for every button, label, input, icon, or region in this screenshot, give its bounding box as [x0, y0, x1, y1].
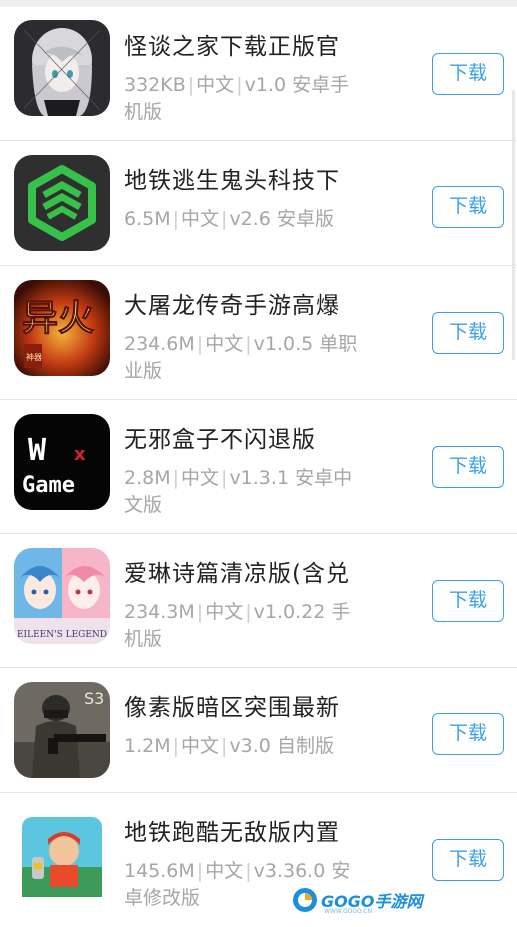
app-list: 怪谈之家下载正版官 332KB | 中文 | v1.0 安卓手 机版 下载 地铁逃生鬼头科…	[0, 7, 517, 927]
watermark: GOGO手游网 WWW.GOGO.CN	[292, 886, 422, 915]
download-button[interactable]: 下载	[432, 839, 504, 881]
download-button[interactable]: 下载	[432, 312, 504, 354]
list-item[interactable]: 异火 神器 大屠龙传奇手游高爆 234.6M | 中文 | v1.0.5 单职 业版 下载	[0, 266, 517, 400]
app-meta: 2.8M | 中文 | v1.3.1 安卓中 文版	[124, 467, 353, 516]
icon-label: 异火	[22, 297, 94, 339]
app-language: 中文	[181, 208, 220, 230]
app-tag: 安卓版	[276, 208, 334, 230]
app-tag-cont: 机版	[124, 628, 163, 650]
app-size: 234.6M	[124, 333, 195, 355]
icon-label: W	[28, 433, 47, 468]
app-tag: 自制版	[276, 735, 334, 757]
app-language: 中文	[181, 467, 220, 489]
app-size: 332KB	[124, 74, 186, 96]
app-size: 6.5M	[124, 208, 171, 230]
icon-label-2: Game	[22, 473, 75, 498]
wx-game-logo-icon[interactable]: W x Game	[14, 414, 110, 510]
soldier-icon[interactable]: S3	[14, 682, 110, 778]
icon-label: S3	[84, 689, 104, 708]
subway-runner-icon[interactable]	[14, 807, 110, 903]
app-meta: 234.3M | 中文 | v1.0.22 手机版	[124, 601, 351, 650]
app-version: v1.3.1	[229, 467, 290, 489]
app-language: 中文	[181, 735, 220, 757]
app-tag: 安	[331, 860, 351, 882]
app-version: v1.0.5	[253, 333, 314, 355]
app-meta: 6.5M | 中文 | v2.6 安卓版	[124, 208, 334, 230]
app-tag: 安卓中	[295, 467, 353, 489]
watermark-subtext: WWW.GOGO.CN	[324, 908, 373, 915]
app-tag-cont: 卓修改版	[124, 887, 201, 909]
fire-calligraphy-icon[interactable]: 异火 神器	[14, 280, 110, 376]
list-item[interactable]: 地铁跑酷无敌版内置 145.6M | 中文 | v3.36.0 安卓修改版 下载	[0, 793, 517, 927]
app-meta: 332KB | 中文 | v1.0 安卓手 机版	[124, 74, 350, 123]
gogo-logo-icon	[293, 888, 317, 912]
list-item[interactable]: 地铁逃生鬼头科技下 6.5M | 中文 | v2.6 安卓版 下载	[0, 141, 517, 266]
icon-badge: 神器	[26, 352, 42, 362]
app-version: v3.0	[229, 735, 271, 757]
app-title: 像素版暗区突围最新	[124, 695, 340, 721]
app-language: 中文	[205, 333, 244, 355]
icon-label: EILEEN'S LEGEND	[17, 630, 107, 640]
app-title: 爱琳诗篇清凉版(含兑	[124, 561, 350, 587]
app-title: 无邪盒子不闪退版	[124, 427, 316, 453]
download-button[interactable]: 下载	[432, 446, 504, 488]
app-size: 234.3M	[124, 601, 195, 623]
app-tag-cont: 机版	[124, 101, 163, 123]
app-meta: 1.2M | 中文 | v3.0 自制版	[124, 735, 334, 757]
download-button[interactable]: 下载	[432, 53, 504, 95]
app-size: 145.6M	[124, 860, 195, 882]
top-bar	[0, 0, 517, 7]
green-hexagon-logo-icon[interactable]	[14, 155, 110, 251]
app-title: 大屠龙传奇手游高爆	[124, 293, 340, 319]
app-version: v3.36.0	[253, 860, 326, 882]
app-title: 怪谈之家下载正版官	[124, 34, 340, 60]
app-tag-cont: 业版	[124, 360, 163, 382]
app-language: 中文	[196, 74, 235, 96]
scrollbar[interactable]	[512, 90, 515, 360]
app-language: 中文	[205, 601, 244, 623]
app-version: v2.6	[229, 208, 271, 230]
list-item[interactable]: 怪谈之家下载正版官 332KB | 中文 | v1.0 安卓手 机版 下载	[0, 7, 517, 141]
download-button[interactable]: 下载	[432, 186, 504, 228]
app-meta: 234.6M | 中文 | v1.0.5 单职 业版	[124, 333, 358, 382]
icon-label-x: x	[74, 444, 86, 465]
app-version: v1.0.22	[253, 601, 326, 623]
list-item[interactable]: W x Game 无邪盒子不闪退版 2.8M | 中文 | v1.3.1 安卓中 文版 下…	[0, 400, 517, 534]
app-title: 地铁逃生鬼头科技下	[124, 168, 340, 194]
app-tag: 手	[331, 601, 351, 623]
list-item[interactable]: EILEEN'S LEGEND 爱琳诗篇清凉版(含兑 234.3M | 中文 | v1.…	[0, 534, 517, 668]
list-item[interactable]: S3 像素版暗区突围最新 1.2M | 中文 | v3.0 自制版 下载	[0, 668, 517, 793]
anime-girl-icon[interactable]	[14, 20, 110, 116]
download-button[interactable]: 下载	[432, 713, 504, 755]
app-size: 2.8M	[124, 467, 171, 489]
app-tag: 安卓手	[292, 74, 350, 96]
app-language: 中文	[205, 860, 244, 882]
app-tag: 单职	[319, 333, 358, 355]
app-title: 地铁跑酷无敌版内置	[124, 820, 340, 846]
app-version: v1.0	[244, 74, 287, 96]
anime-duo-icon[interactable]: EILEEN'S LEGEND	[14, 548, 110, 644]
download-button[interactable]: 下载	[432, 580, 504, 622]
app-size: 1.2M	[124, 735, 171, 757]
app-tag-cont: 文版	[124, 494, 163, 516]
